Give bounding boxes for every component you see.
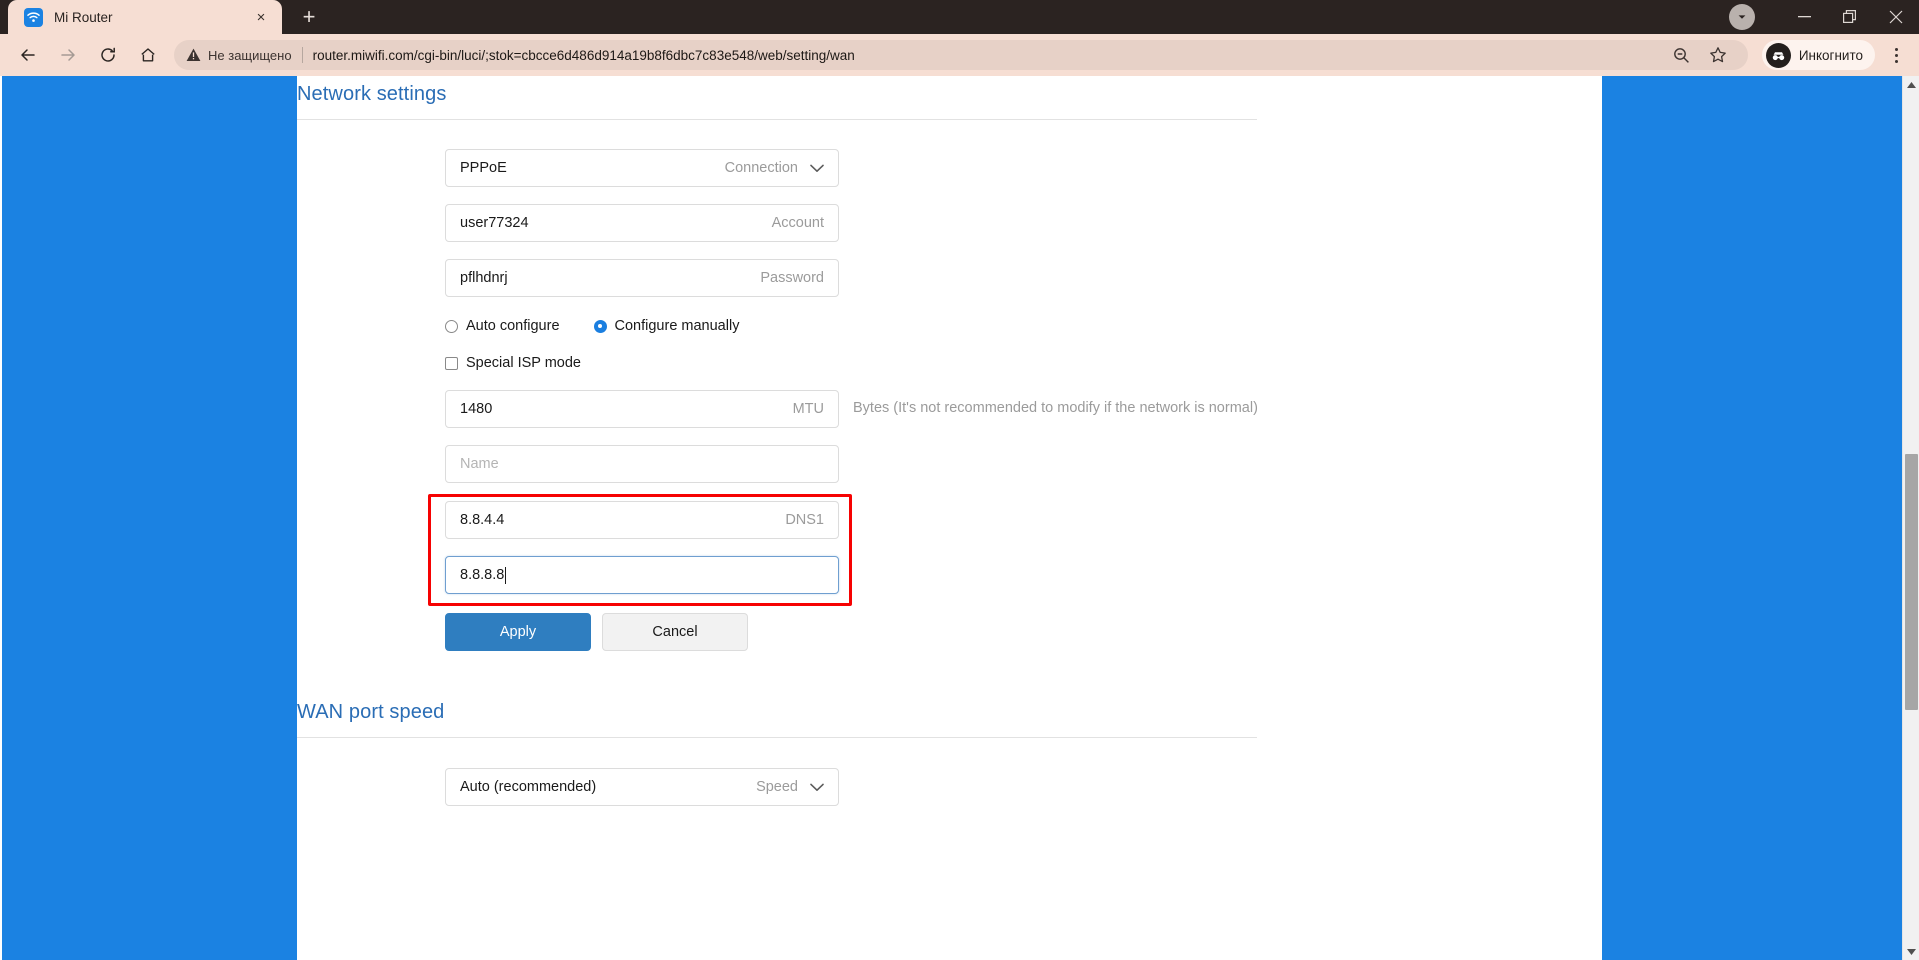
scroll-up-arrow-icon[interactable]	[1903, 76, 1919, 93]
address-bar[interactable]: Не защищено router.miwifi.com/cgi-bin/lu…	[174, 40, 1748, 70]
security-status[interactable]: Не защищено	[186, 48, 292, 63]
close-icon[interactable]: ×	[250, 6, 272, 28]
account-input[interactable]: user77324 Account	[445, 204, 839, 242]
home-icon[interactable]	[132, 39, 164, 71]
tab-mi-router[interactable]: Mi Router ×	[8, 0, 282, 34]
checkbox-box	[445, 356, 458, 370]
mtu-input[interactable]: 1480 MTU	[445, 390, 839, 428]
special-isp-mode-label: Special ISP mode	[466, 355, 581, 371]
wan-speed-value: Auto (recommended)	[460, 779, 597, 795]
browser-window: Mi Router × + Не защищено router.miwifi.…	[0, 0, 1919, 960]
special-isp-mode-checkbox[interactable]: Special ISP mode	[445, 355, 581, 371]
maximize-button[interactable]	[1827, 0, 1873, 34]
wan-speed-label: Speed	[756, 779, 798, 795]
password-value: pflhdnrj	[460, 270, 508, 286]
minimize-button[interactable]	[1781, 0, 1827, 34]
dns1-input[interactable]: 8.8.4.4 DNS1	[445, 501, 839, 539]
radio-auto-configure[interactable]: Auto configure	[445, 318, 560, 334]
page-viewport: Network settings PPPoE Connection user77…	[0, 76, 1919, 960]
scrollbar-thumb[interactable]	[1905, 454, 1918, 710]
warning-triangle-icon	[186, 48, 201, 61]
account-value: user77324	[460, 215, 529, 231]
new-tab-button[interactable]: +	[294, 2, 324, 32]
window-controls	[1729, 0, 1919, 34]
page-scrollbar[interactable]	[1902, 76, 1919, 960]
password-label: Password	[760, 270, 824, 286]
mtu-hint: Bytes (It's not recommended to modify if…	[853, 400, 1258, 416]
connection-type-label: Connection	[724, 160, 798, 176]
three-dot-menu-icon[interactable]	[1881, 38, 1911, 72]
incognito-icon	[1765, 42, 1791, 68]
forward-arrow-icon[interactable]	[52, 39, 84, 71]
service-name-placeholder: Name	[460, 456, 499, 472]
chevron-down-icon	[810, 783, 824, 792]
password-input[interactable]: pflhdnrj Password	[445, 259, 839, 297]
dns1-label: DNS1	[785, 512, 824, 528]
router-settings-content: Network settings PPPoE Connection user77…	[297, 76, 1602, 960]
page-left-edge	[0, 76, 2, 960]
config-mode-radio-group: Auto configure Configure manually	[445, 318, 773, 334]
account-label: Account	[771, 215, 824, 231]
chevron-down-icon	[810, 164, 824, 173]
dns1-value: 8.8.4.4	[460, 512, 505, 528]
url-text: router.miwifi.com/cgi-bin/luci/;stok=cbc…	[312, 47, 855, 63]
profile-incognito-chip[interactable]: Инкогнито	[1761, 40, 1875, 70]
text-cursor	[505, 566, 507, 584]
apply-button[interactable]: Apply	[445, 613, 591, 651]
radio-configure-manually-dot	[593, 319, 607, 333]
radio-configure-manually[interactable]: Configure manually	[593, 318, 740, 334]
download-chevron-icon[interactable]	[1729, 4, 1755, 30]
mtu-value: 1480	[460, 401, 493, 417]
zoom-out-icon[interactable]	[1667, 40, 1697, 70]
tab-strip: Mi Router × +	[0, 0, 1919, 34]
omnibox-actions	[1664, 40, 1736, 70]
dns2-value: 8.8.8.8	[460, 567, 505, 583]
reload-icon[interactable]	[92, 39, 124, 71]
back-arrow-icon[interactable]	[12, 39, 44, 71]
radio-configure-manually-label: Configure manually	[614, 318, 740, 334]
star-icon[interactable]	[1703, 40, 1733, 70]
close-window-button[interactable]	[1873, 0, 1919, 34]
connection-type-select[interactable]: PPPoE Connection	[445, 149, 839, 187]
page-title-network-settings: Network settings	[297, 83, 447, 105]
radio-auto-configure-label: Auto configure	[466, 318, 560, 334]
wan-speed-select[interactable]: Auto (recommended) Speed	[445, 768, 839, 806]
service-name-input[interactable]: Name	[445, 445, 839, 483]
mtu-label: MTU	[792, 401, 824, 417]
dns2-input[interactable]: 8.8.8.8	[445, 556, 839, 594]
profile-label: Инкогнито	[1798, 47, 1863, 63]
tab-title: Mi Router	[54, 9, 113, 25]
scroll-down-arrow-icon[interactable]	[1903, 943, 1919, 960]
cancel-button[interactable]: Cancel	[602, 613, 748, 651]
connection-type-value: PPPoE	[460, 160, 507, 176]
omnibox-separator	[301, 47, 303, 63]
wifi-icon	[24, 7, 43, 27]
page-title-wan-port-speed: WAN port speed	[297, 701, 445, 723]
radio-auto-configure-dot	[445, 319, 458, 333]
browser-toolbar: Не защищено router.miwifi.com/cgi-bin/lu…	[0, 34, 1919, 76]
security-label: Не защищено	[208, 47, 292, 63]
divider-wan	[297, 737, 1257, 738]
divider-network	[297, 119, 1257, 120]
